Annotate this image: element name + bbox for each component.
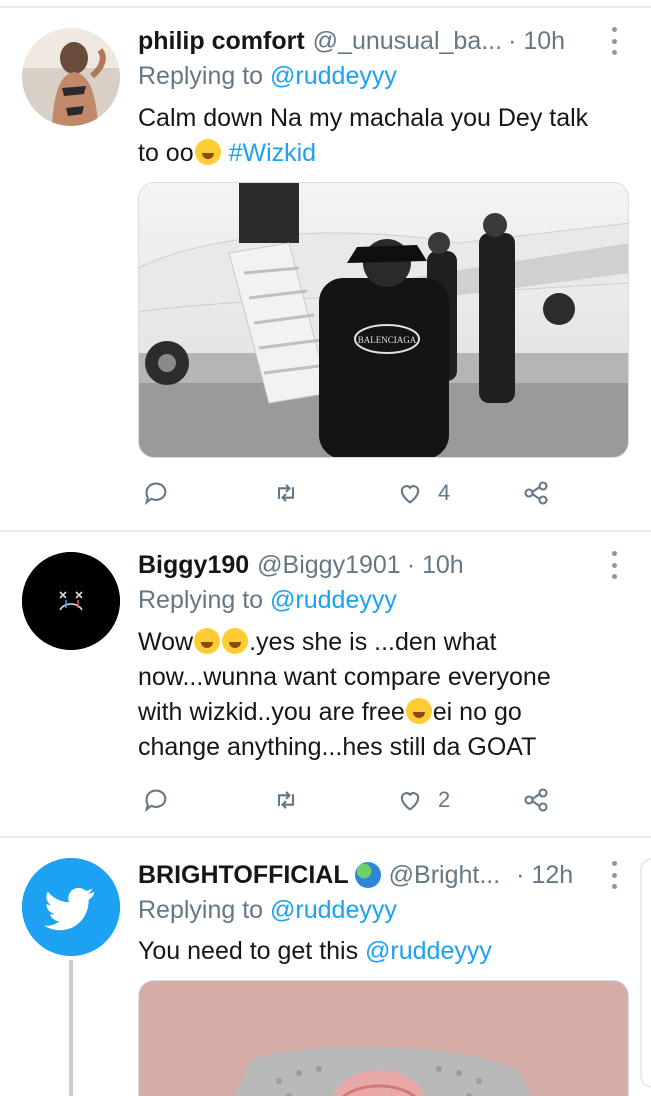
reply-button[interactable] bbox=[142, 785, 170, 815]
tweet-header: Biggy190 @Biggy1901 · 10h bbox=[138, 548, 611, 582]
tweet-text-line: with wizkid..you are free ei no go bbox=[138, 695, 628, 730]
timestamp[interactable]: · 10h bbox=[407, 551, 464, 580]
tweet-3[interactable]: BRIGHTOFFICIAL @Bright... · 12h Replying… bbox=[0, 838, 651, 1096]
tweet-text-fragment: to oo bbox=[138, 139, 194, 167]
retweet-icon bbox=[277, 791, 295, 809]
like-button[interactable]: 2 bbox=[396, 785, 450, 815]
avatar[interactable] bbox=[22, 858, 120, 956]
reply-icon bbox=[144, 482, 167, 505]
tweet-text-fragment: with wizkid..you are free bbox=[138, 698, 405, 726]
more-icon[interactable] bbox=[609, 27, 619, 55]
tweet-1[interactable]: philip comfort @_unusual_ba... · 10h Rep… bbox=[0, 0, 651, 530]
reply-button[interactable] bbox=[142, 478, 170, 508]
more-icon[interactable] bbox=[609, 551, 619, 579]
tweet-actions: 2 bbox=[138, 785, 558, 815]
tweet-text-line: Wow .yes she is ...den what bbox=[138, 625, 628, 660]
replying-mention-link[interactable]: @ruddeyyy bbox=[270, 62, 397, 90]
timestamp[interactable]: · 10h bbox=[508, 27, 565, 56]
share-icon bbox=[524, 481, 548, 505]
tweet-text-fragment: You need to get this bbox=[138, 937, 366, 965]
tweet-text: Calm down Na my machala you Dey talk to … bbox=[138, 101, 628, 171]
tweet-text: You need to get this @ruddeyyy bbox=[138, 934, 628, 969]
handle[interactable]: @Biggy1901 bbox=[257, 551, 401, 580]
twitter-bird-icon bbox=[22, 858, 120, 956]
reply-icon bbox=[144, 789, 167, 812]
tweet-header: philip comfort @_unusual_ba... · 10h bbox=[138, 24, 611, 58]
retweet-icon bbox=[277, 484, 295, 502]
mention-link[interactable]: @ruddeyyy bbox=[365, 937, 492, 965]
tweet-2[interactable]: Biggy190 @Biggy1901 · 10h Replying to @r… bbox=[0, 532, 651, 836]
avatar[interactable] bbox=[22, 28, 120, 126]
tweet-text-fragment: ei no go bbox=[432, 698, 522, 726]
tweet-image[interactable] bbox=[138, 980, 629, 1096]
thread-line bbox=[69, 960, 73, 1096]
zany-face-emoji-icon bbox=[194, 139, 221, 165]
timestamp[interactable]: · 12h bbox=[516, 861, 573, 890]
tweet-text-fragment: Wow bbox=[138, 628, 194, 656]
replying-mention-link[interactable]: @ruddeyyy bbox=[270, 896, 397, 924]
handle[interactable]: @_unusual_ba... bbox=[313, 27, 502, 56]
image-shirt-text: BALENCIAGA bbox=[358, 335, 417, 345]
avatar[interactable] bbox=[22, 552, 120, 650]
display-name[interactable]: philip comfort bbox=[138, 27, 305, 56]
tears-of-joy-emoji-icon bbox=[222, 628, 249, 654]
tweet-text-line: Calm down Na my machala you Dey talk bbox=[138, 104, 589, 132]
tweet-text-line: change anything...hes still da GOAT bbox=[138, 733, 537, 761]
display-name[interactable]: BRIGHTOFFICIAL bbox=[138, 861, 349, 890]
tweet-text-fragment: .yes she is ...den what bbox=[249, 628, 497, 656]
retweet-button[interactable] bbox=[272, 785, 300, 815]
tweet-text-line: You need to get this @ruddeyyy bbox=[138, 934, 628, 969]
tweet-text: Wow .yes she is ...den what now...wunna w… bbox=[138, 625, 628, 765]
like-count: 2 bbox=[438, 787, 451, 812]
replying-to: Replying to @ruddeyyy bbox=[138, 586, 397, 615]
share-icon bbox=[524, 788, 548, 812]
globe-emoji-icon bbox=[354, 862, 381, 888]
tweet-image[interactable]: BALENCIAGA bbox=[138, 182, 629, 458]
replying-prefix: Replying to bbox=[138, 586, 271, 614]
display-name[interactable]: Biggy190 bbox=[138, 551, 249, 580]
handle[interactable]: @Bright... bbox=[389, 861, 501, 890]
replying-to: Replying to @ruddeyyy bbox=[138, 62, 397, 91]
tweet-text-line: now...wunna want compare everyone bbox=[138, 663, 551, 691]
retweet-button[interactable] bbox=[272, 478, 300, 508]
like-icon bbox=[400, 792, 420, 811]
tears-of-joy-emoji-icon bbox=[194, 628, 221, 654]
replying-prefix: Replying to bbox=[138, 62, 271, 90]
tweet-text-line: to oo #Wizkid bbox=[138, 136, 628, 171]
like-button[interactable]: 4 bbox=[396, 478, 450, 508]
share-button[interactable] bbox=[522, 478, 550, 508]
tears-of-joy-emoji-icon bbox=[405, 698, 432, 724]
replying-to: Replying to @ruddeyyy bbox=[138, 896, 397, 925]
replying-prefix: Replying to bbox=[138, 896, 271, 924]
hashtag-link[interactable]: #Wizkid bbox=[229, 139, 317, 167]
more-icon[interactable] bbox=[609, 861, 619, 889]
share-button[interactable] bbox=[522, 785, 550, 815]
tweet-actions: 4 bbox=[138, 478, 558, 508]
replying-mention-link[interactable]: @ruddeyyy bbox=[270, 586, 397, 614]
tweet-header: BRIGHTOFFICIAL @Bright... · 12h bbox=[138, 858, 611, 892]
like-icon bbox=[400, 485, 420, 504]
like-count: 4 bbox=[438, 480, 451, 505]
scroll-panel-edge bbox=[640, 858, 651, 1088]
